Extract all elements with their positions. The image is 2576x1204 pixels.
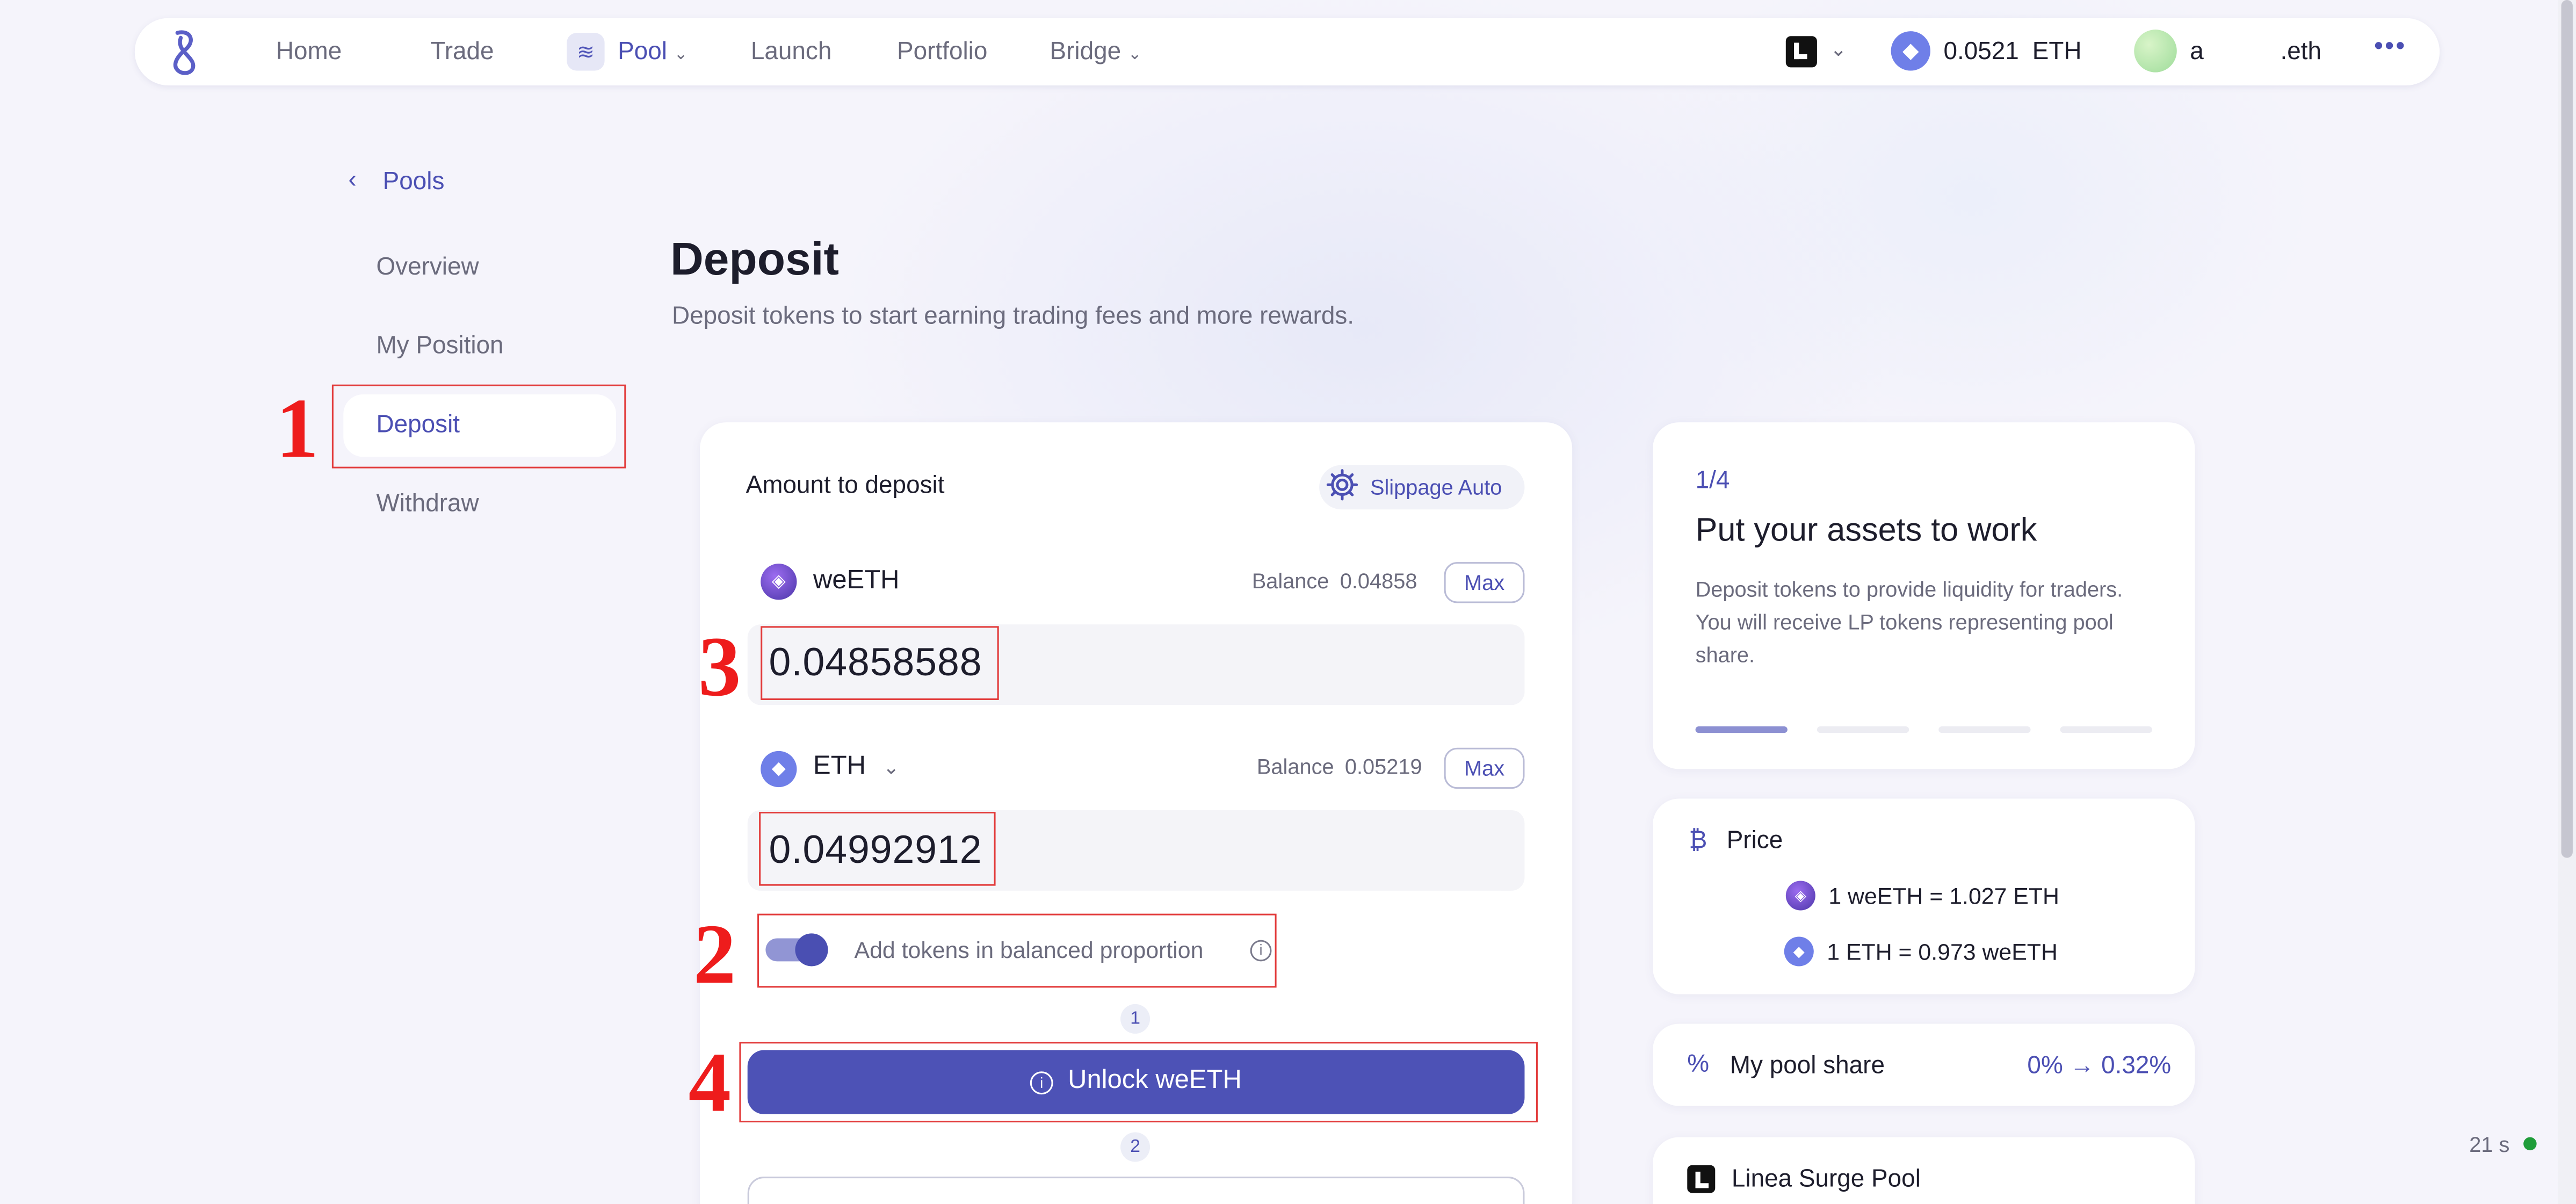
page-subtitle: Deposit tokens to start earning trading … <box>672 302 1355 330</box>
status-dot <box>2523 1137 2537 1151</box>
token2-balance: Balance 0.05219 <box>1257 754 1422 779</box>
token2-balance-value: 0.05219 <box>1344 754 1422 779</box>
token2-max-button[interactable]: Max <box>1444 747 1525 789</box>
token1-balance: Balance 0.04858 <box>1252 568 1417 593</box>
info-text: Deposit tokens to provide liquidity for … <box>1695 576 2123 667</box>
nav-trade[interactable]: Trade <box>430 38 494 66</box>
info-step: 1/4 <box>1695 466 1730 495</box>
linea-network-icon[interactable] <box>1785 36 1817 68</box>
chevron-down-icon: ⌄ <box>1127 46 1142 64</box>
annotation-number-4: 4 <box>688 1037 732 1131</box>
amount-to-deposit-label: Amount to deposit <box>746 471 945 500</box>
eth-token-icon: ◆ <box>761 751 797 788</box>
pool-share-label: My pool share <box>1730 1051 1885 1080</box>
nav-launch[interactable]: Launch <box>751 38 832 66</box>
token2-select[interactable]: ETH ⌄ <box>813 753 900 782</box>
annotation-number-1: 1 <box>276 383 319 477</box>
nav-portfolio[interactable]: Portfolio <box>897 38 987 66</box>
price-label: Price <box>1726 826 1783 855</box>
weeth-token-icon: ◈ <box>761 564 797 600</box>
app-logo[interactable] <box>164 28 207 77</box>
price-rate-weeth: 1 weETH = 1.027 ETH <box>1828 882 2059 909</box>
price-rate-eth: 1 ETH = 0.973 weETH <box>1827 938 2058 965</box>
slippage-button[interactable]: Slippage Auto <box>1319 465 1525 511</box>
back-chevron-left-icon[interactable]: ‹ <box>348 166 356 194</box>
page-title: Deposit <box>670 233 840 285</box>
linea-icon <box>1687 1165 1716 1193</box>
token2-symbol: ETH <box>813 752 866 781</box>
pool-share-value: 0% → 0.32% <box>2027 1051 2172 1080</box>
step-badge-1: 1 <box>1120 1004 1150 1034</box>
token2-chevron-down-icon: ⌄ <box>882 756 900 779</box>
sidebar-item-my-position[interactable]: My Position <box>376 332 503 360</box>
next-step-button[interactable] <box>747 1177 1525 1204</box>
annotation-box-3 <box>761 626 999 701</box>
nav-bridge[interactable]: Bridge ⌄ <box>1050 38 1142 66</box>
account-name[interactable]: a <box>2190 38 2204 66</box>
nav-home[interactable]: Home <box>276 38 342 66</box>
refresh-timer: 21 s <box>2469 1132 2510 1157</box>
nav-pool[interactable]: Pool ⌄ <box>618 38 688 66</box>
top-navbar: Home Trade ≋ Pool ⌄ Launch Portfolio Bri… <box>134 18 2440 86</box>
account-suffix[interactable]: .eth <box>2280 38 2321 66</box>
percent-icon: % <box>1687 1050 1710 1078</box>
annotation-number-2: 2 <box>693 909 736 1003</box>
eth-token-icon: ◆ <box>1784 936 1814 967</box>
weeth-token-icon: ◈ <box>1785 881 1815 911</box>
surge-pool-label: Linea Surge Pool <box>1731 1165 1921 1193</box>
token1-max-button[interactable]: Max <box>1444 562 1525 603</box>
sidebar-item-withdraw[interactable]: Withdraw <box>376 489 479 517</box>
annotation-box-2 <box>757 913 1277 988</box>
sidebar-item-overview[interactable]: Overview <box>376 253 479 281</box>
step-badge-2: 2 <box>1120 1132 1150 1162</box>
more-options-icon[interactable]: ••• <box>2374 33 2407 62</box>
pool-waves-icon: ≋ <box>567 33 605 71</box>
annotation-number-3: 3 <box>698 621 741 715</box>
annotation-box-4 <box>739 1042 1538 1123</box>
slippage-label: Slippage Auto <box>1370 474 1502 500</box>
progress-step-4 <box>2060 726 2152 733</box>
progress-step-3 <box>1938 726 2031 733</box>
annotation-box-3b <box>759 811 996 886</box>
network-chevron-down-icon[interactable]: ⌄ <box>1830 38 1847 61</box>
progress-step-1 <box>1695 726 1788 733</box>
gear-icon <box>1324 467 1360 511</box>
token2-balance-label: Balance <box>1256 754 1334 779</box>
avatar[interactable] <box>2134 30 2177 73</box>
chevron-down-icon: ⌄ <box>674 46 688 64</box>
token1-balance-label: Balance <box>1251 568 1329 594</box>
token1-symbol: weETH <box>813 567 900 595</box>
wallet-balance-amount: 0.0521 <box>1943 38 2019 66</box>
back-to-pools-link[interactable]: Pools <box>383 168 445 196</box>
wallet-balance[interactable]: 0.0521 ETH <box>1943 38 2081 66</box>
token1-balance-value: 0.04858 <box>1340 568 1417 594</box>
wallet-balance-unit: ETH <box>2032 38 2082 66</box>
progress-step-2 <box>1817 726 1909 733</box>
bitcoin-icon: ₿ <box>1689 826 1707 855</box>
eth-icon: ◆ <box>1891 31 1930 71</box>
annotation-box-1 <box>331 384 626 468</box>
scrollbar-thumb[interactable] <box>2561 0 2573 858</box>
info-title: Put your assets to work <box>1695 513 2037 549</box>
